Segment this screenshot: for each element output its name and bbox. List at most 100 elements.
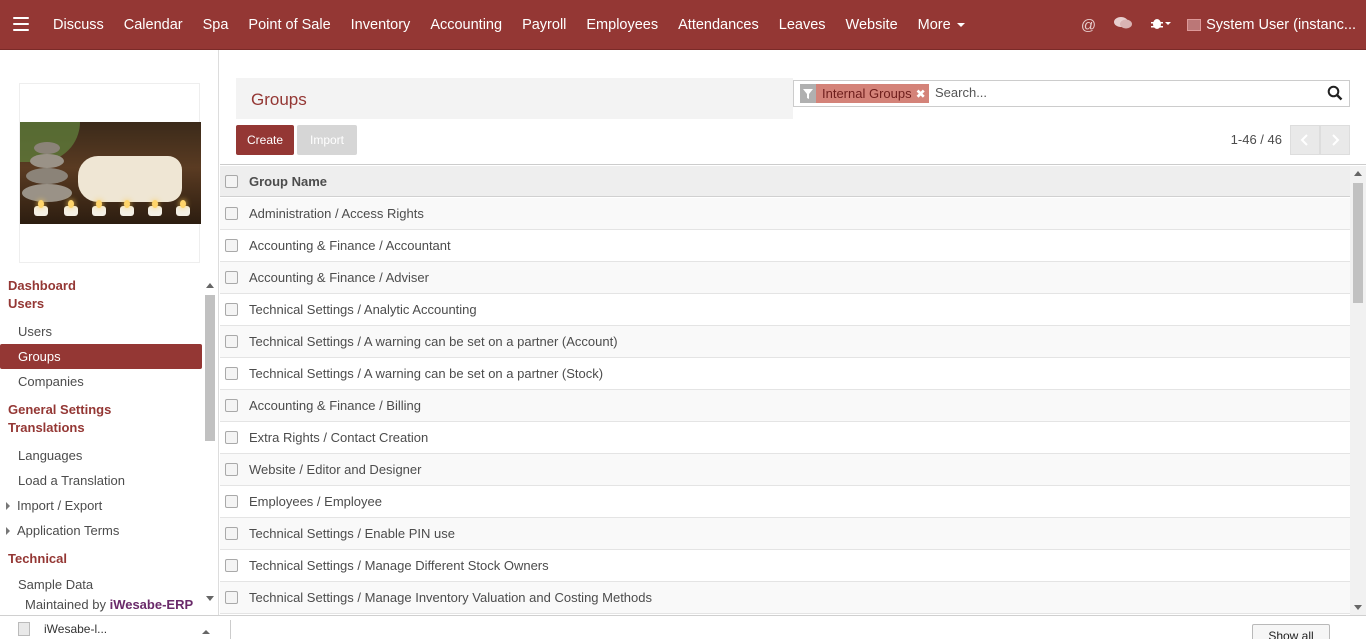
group-name-cell[interactable]: Technical Settings / Manage Inventory Va…: [249, 590, 652, 605]
row-checkbox[interactable]: [225, 335, 238, 348]
group-name-cell[interactable]: Technical Settings / Manage Different St…: [249, 558, 549, 573]
group-name-cell[interactable]: Website / Editor and Designer: [249, 462, 421, 477]
pager-next-button[interactable]: [1320, 125, 1350, 155]
table-row[interactable]: Technical Settings / A warning can be se…: [220, 326, 1350, 358]
import-button[interactable]: Import: [297, 125, 357, 155]
sidebar-item-groups[interactable]: Groups: [0, 344, 202, 369]
select-all-checkbox[interactable]: [225, 174, 238, 188]
download-file-label: iWesabe-l...: [44, 622, 108, 636]
table-row[interactable]: Accounting & Finance / Adviser: [220, 262, 1350, 294]
row-checkbox[interactable]: [225, 591, 238, 604]
row-checkbox[interactable]: [225, 463, 238, 476]
user-menu[interactable]: System User (instanc...: [1181, 17, 1366, 33]
table-row[interactable]: Accounting & Finance / Billing: [220, 390, 1350, 422]
row-checkbox[interactable]: [225, 239, 238, 252]
table-row[interactable]: Administration / Access Rights: [220, 198, 1350, 230]
search-bar[interactable]: Internal Groups ✖: [793, 80, 1350, 107]
sidebar-item-users[interactable]: Users: [0, 319, 205, 344]
table-row[interactable]: Technical Settings / Manage Different St…: [220, 550, 1350, 582]
menu-leaves[interactable]: Leaves: [769, 0, 836, 50]
row-checkbox[interactable]: [225, 559, 238, 572]
group-name-cell[interactable]: Technical Settings / Analytic Accounting: [249, 302, 477, 317]
group-name-cell[interactable]: Technical Settings / Enable PIN use: [249, 526, 455, 541]
table-row[interactable]: Technical Settings / Enable PIN use: [220, 518, 1350, 550]
table-row[interactable]: Employees / Employee: [220, 486, 1350, 518]
menu-website[interactable]: Website: [836, 0, 908, 50]
group-name-cell[interactable]: Accounting & Finance / Adviser: [249, 270, 429, 285]
search-icon[interactable]: [1327, 85, 1343, 101]
menu-calendar[interactable]: Calendar: [114, 0, 193, 50]
table-row[interactable]: Technical Settings / A warning can be se…: [220, 358, 1350, 390]
row-checkbox[interactable]: [225, 495, 238, 508]
maintained-brand-link[interactable]: iWesabe-ERP: [110, 597, 194, 612]
at-icon[interactable]: @: [1081, 17, 1096, 34]
sidebar-item-import-export[interactable]: Import / Export: [0, 493, 205, 518]
search-facet[interactable]: Internal Groups ✖: [800, 84, 929, 103]
group-name-cell[interactable]: Employees / Employee: [249, 494, 382, 509]
search-input[interactable]: [935, 85, 1315, 100]
sidebar-section-users[interactable]: Users: [0, 295, 205, 313]
menu-inventory[interactable]: Inventory: [341, 0, 421, 50]
menu-spa[interactable]: Spa: [193, 0, 239, 50]
row-checkbox[interactable]: [225, 271, 238, 284]
column-header-group-name[interactable]: Group Name: [249, 174, 327, 189]
table-row[interactable]: Extra Rights / Contact Creation: [220, 422, 1350, 454]
sidebar-section-technical[interactable]: Technical: [0, 550, 205, 568]
download-item[interactable]: iWesabe-l...: [18, 622, 107, 636]
menu-accounting[interactable]: Accounting: [420, 0, 512, 50]
sidebar-scrollbar[interactable]: [204, 283, 216, 601]
sidebar-item-load-translation[interactable]: Load a Translation: [0, 468, 205, 493]
table-header: Group Name: [220, 166, 1350, 197]
sidebar-scroll-thumb[interactable]: [205, 295, 215, 441]
sidebar-section-translations[interactable]: Translations: [0, 419, 205, 437]
main-scrollbar[interactable]: [1350, 166, 1366, 615]
pager-previous-button[interactable]: [1290, 125, 1320, 155]
sidebar-section-dashboard[interactable]: Dashboard: [0, 277, 205, 295]
main-scroll-thumb[interactable]: [1353, 183, 1363, 303]
menu-point-of-sale[interactable]: Point of Sale: [238, 0, 340, 50]
group-name-cell[interactable]: Accounting & Finance / Billing: [249, 398, 421, 413]
sidebar-item-languages[interactable]: Languages: [0, 443, 205, 468]
row-checkbox[interactable]: [225, 303, 238, 316]
menu-attendances[interactable]: Attendances: [668, 0, 769, 50]
group-name-cell[interactable]: Technical Settings / A warning can be se…: [249, 334, 618, 349]
top-navbar: Discuss Calendar Spa Point of Sale Inven…: [0, 0, 1366, 50]
close-icon[interactable]: ✖: [916, 87, 929, 101]
group-name-cell[interactable]: Accounting & Finance / Accountant: [249, 238, 451, 253]
group-name-cell[interactable]: Technical Settings / A warning can be se…: [249, 366, 603, 381]
table-row[interactable]: Technical Settings / Analytic Accounting: [220, 294, 1350, 326]
chevron-up-icon[interactable]: [202, 630, 210, 634]
control-panel: Groups Internal Groups ✖ Create Import 1…: [220, 50, 1366, 165]
sidebar-item-application-terms[interactable]: Application Terms: [0, 518, 205, 543]
sidebar-section-general-settings[interactable]: General Settings: [0, 401, 205, 419]
menu-more[interactable]: More: [908, 0, 975, 50]
row-checkbox[interactable]: [225, 367, 238, 380]
pager-value[interactable]: 1-46 / 46: [1231, 132, 1282, 147]
bug-icon[interactable]: [1150, 16, 1172, 34]
sidebar-item-sample-data[interactable]: Sample Data: [0, 572, 205, 597]
scroll-down-icon[interactable]: [206, 596, 214, 601]
group-name-cell[interactable]: Extra Rights / Contact Creation: [249, 430, 428, 445]
row-checkbox[interactable]: [225, 431, 238, 444]
menu-payroll[interactable]: Payroll: [512, 0, 576, 50]
menu-discuss[interactable]: Discuss: [43, 0, 114, 50]
menu-icon[interactable]: [13, 17, 29, 31]
breadcrumb: Groups: [236, 78, 793, 119]
table-row[interactable]: Technical Settings / Manage Inventory Va…: [220, 582, 1350, 614]
scroll-down-icon[interactable]: [1354, 605, 1362, 610]
create-button[interactable]: Create: [236, 125, 294, 155]
menu-more-label: More: [917, 17, 951, 33]
filter-icon: [800, 84, 816, 103]
row-checkbox[interactable]: [225, 527, 238, 540]
show-all-button[interactable]: Show all: [1252, 624, 1330, 639]
row-checkbox[interactable]: [225, 207, 238, 220]
table-row[interactable]: Accounting & Finance / Accountant: [220, 230, 1350, 262]
row-checkbox[interactable]: [225, 399, 238, 412]
menu-employees[interactable]: Employees: [576, 0, 668, 50]
scroll-up-icon[interactable]: [1354, 171, 1362, 176]
sidebar-item-companies[interactable]: Companies: [0, 369, 205, 394]
chat-icon[interactable]: [1114, 16, 1133, 34]
group-name-cell[interactable]: Administration / Access Rights: [249, 206, 424, 221]
scroll-up-icon[interactable]: [206, 283, 214, 288]
table-row[interactable]: Website / Editor and Designer: [220, 454, 1350, 486]
